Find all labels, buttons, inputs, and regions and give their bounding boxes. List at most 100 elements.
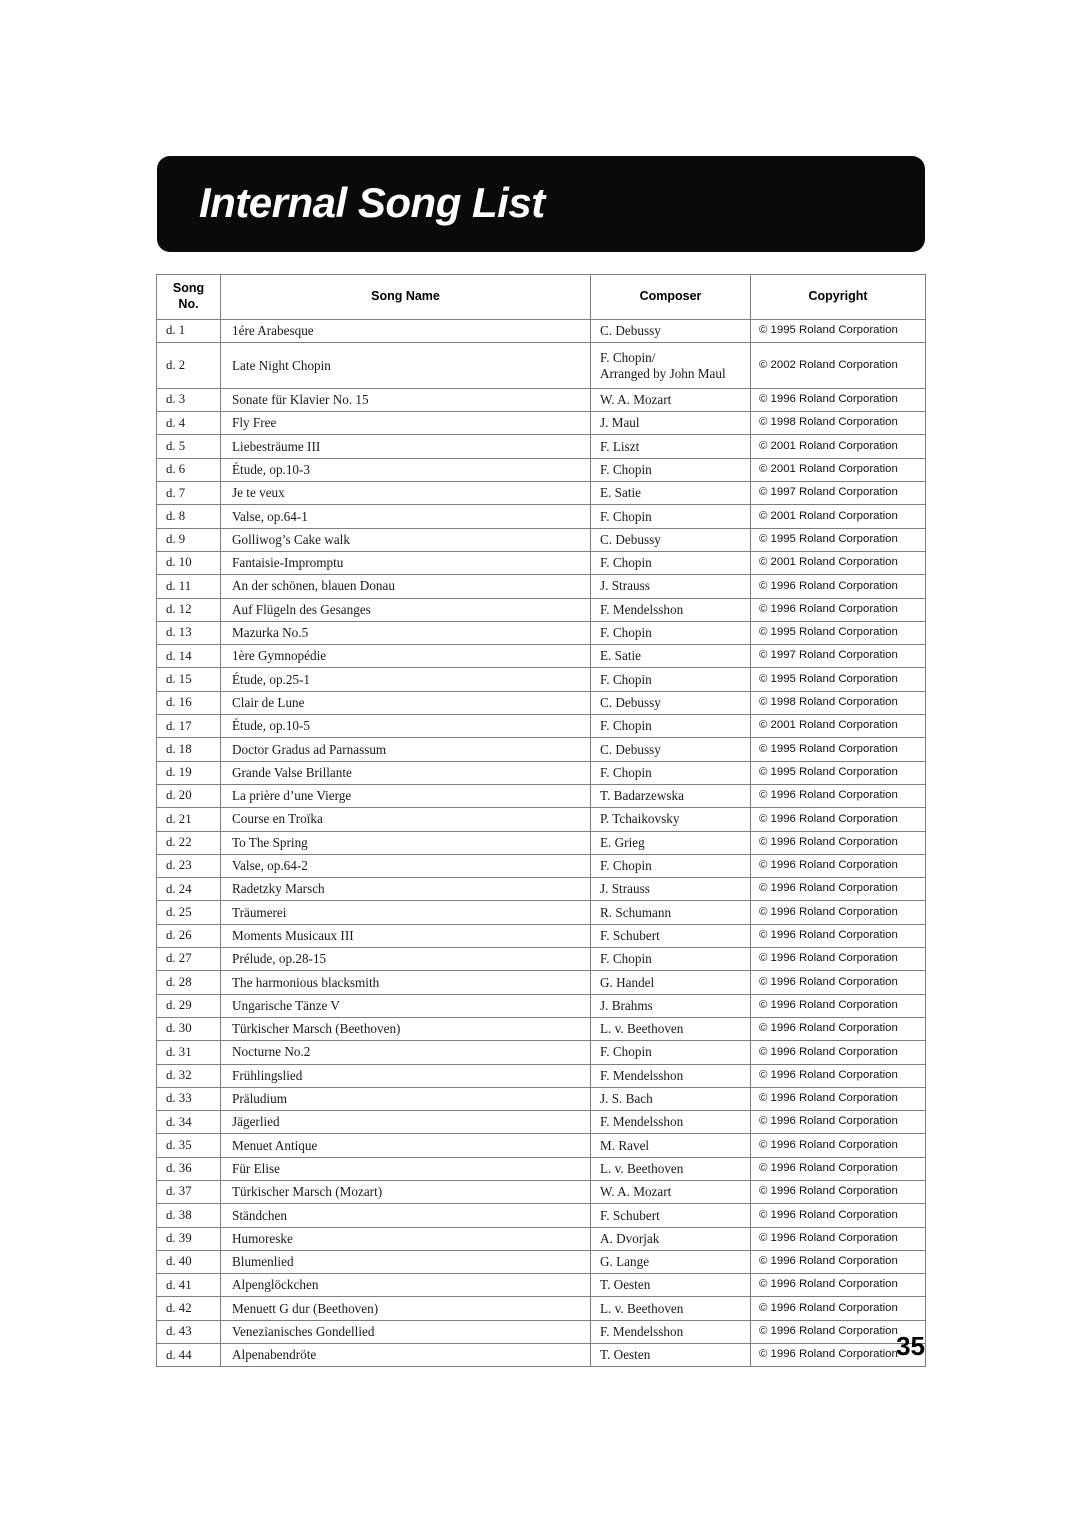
table-row: d. 28 The harmonious blacksmith G. Handel ©… bbox=[156, 970, 926, 995]
cell-song-name: Valse, op.64-2 bbox=[220, 853, 591, 879]
cell-composer: R. Schumann bbox=[590, 900, 751, 925]
composer-line-1: F. Chopin/ bbox=[600, 349, 656, 365]
table-row: d. 34 Jägerlied F. Mendelsshon © 1996 Rolan… bbox=[156, 1110, 926, 1135]
cell-song-name: Träumerei bbox=[220, 900, 591, 925]
internal-song-list-table: Song No. Song Name Composer Copyright d.… bbox=[156, 274, 926, 1368]
cell-song-name: Golliwog’s Cake walk bbox=[220, 527, 591, 552]
cell-song-name: Menuet Antique bbox=[220, 1133, 591, 1158]
header-row: Song No. Song Name Composer Copyright bbox=[156, 274, 926, 320]
cell-song-no: d. 42 bbox=[156, 1296, 221, 1321]
cell-copyright: © 1996 Roland Corporation bbox=[750, 574, 926, 599]
cell-copyright: © 2001 Roland Corporation bbox=[750, 550, 926, 576]
cell-song-no: d. 17 bbox=[156, 714, 221, 739]
cell-composer: C. Debussy bbox=[590, 690, 751, 716]
cell-copyright: © 1996 Roland Corporation bbox=[750, 1040, 926, 1065]
column-header-song-name: Song Name bbox=[220, 274, 591, 320]
page: Internal Song List Song No. Song Name Co… bbox=[0, 0, 1080, 1528]
cell-composer: F. Chopin bbox=[590, 550, 751, 576]
cell-song-name: Türkischer Marsch (Beethoven) bbox=[220, 1016, 591, 1042]
cell-composer: J. Strauss bbox=[590, 574, 751, 599]
table-row: d. 27 Prélude, op.28-15 F. Chopin © 1996 Ro… bbox=[156, 947, 926, 972]
cell-copyright: © 2001 Roland Corporation bbox=[750, 504, 926, 529]
cell-song-name: Blumenlied bbox=[220, 1249, 591, 1275]
cell-song-name: Für Elise bbox=[220, 1156, 591, 1181]
cell-song-no: d. 20 bbox=[156, 783, 221, 809]
table-row: d. 19 Grande Valse Brillante F. Chopin © 19… bbox=[156, 760, 926, 785]
cell-copyright: © 1996 Roland Corporation bbox=[750, 1063, 926, 1088]
cell-song-name: Étude, op.25-1 bbox=[220, 667, 591, 692]
cell-song-name: Nocturne No.2 bbox=[220, 1040, 591, 1065]
cell-song-no: d. 18 bbox=[156, 737, 221, 762]
cell-song-name: Je te veux bbox=[220, 481, 591, 506]
cell-copyright: © 1996 Roland Corporation bbox=[750, 877, 926, 902]
cell-copyright: © 1995 Roland Corporation bbox=[750, 527, 926, 552]
cell-copyright: © 1995 Roland Corporation bbox=[750, 760, 926, 785]
table-row: d. 32 Frühlingslied F. Mendelsshon © 1996 R… bbox=[156, 1063, 926, 1088]
table-row: d. 17 Étude, op.10-5 F. Chopin © 2001 Rolan… bbox=[156, 714, 926, 739]
cell-song-no: d. 21 bbox=[156, 807, 221, 832]
cell-composer: J. S. Bach bbox=[590, 1086, 751, 1112]
song-no-header-line1: Song bbox=[172, 281, 205, 296]
cell-composer: J. Maul bbox=[590, 411, 751, 436]
cell-composer: F. Chopin bbox=[590, 947, 751, 972]
cell-copyright: © 1998 Roland Corporation bbox=[750, 690, 926, 716]
cell-composer: F. Chopin bbox=[590, 853, 751, 879]
table-row: d. 21 Course en Troïka P. Tchaikovsky © 199… bbox=[156, 807, 926, 832]
cell-copyright: © 1996 Roland Corporation bbox=[750, 830, 926, 855]
cell-composer: W. A. Mozart bbox=[590, 387, 751, 413]
cell-composer: F. Liszt bbox=[590, 434, 751, 459]
cell-copyright: © 1995 Roland Corporation bbox=[750, 318, 926, 344]
table-row: d. 20 La prière d’une Vierge T. Badarzewsk… bbox=[156, 783, 926, 809]
cell-composer: C. Debussy bbox=[590, 527, 751, 552]
cell-song-no: d. 27 bbox=[156, 947, 221, 972]
cell-song-name: Moments Musicaux III bbox=[220, 923, 591, 949]
cell-song-no: d. 9 bbox=[156, 527, 221, 552]
cell-composer: F. Mendelsshon bbox=[590, 1110, 751, 1135]
cell-song-no: d. 13 bbox=[156, 620, 221, 646]
cell-song-no: d. 25 bbox=[156, 900, 221, 925]
table-row: d. 5 Liebesträume III F. Liszt © 2001 Rolan… bbox=[156, 434, 926, 459]
cell-song-name: Doctor Gradus ad Parnassum bbox=[220, 737, 591, 762]
cell-copyright: © 1996 Roland Corporation bbox=[750, 1133, 926, 1158]
cell-composer: F. Mendelsshon bbox=[590, 1063, 751, 1088]
cell-copyright: © 1996 Roland Corporation bbox=[750, 970, 926, 995]
cell-song-no: d. 14 bbox=[156, 644, 221, 669]
cell-composer: T. Oesten bbox=[590, 1273, 751, 1298]
composer-line-2: Arranged by John Maul bbox=[600, 365, 726, 381]
cell-copyright: © 1997 Roland Corporation bbox=[750, 481, 926, 506]
cell-song-name: Frühlingslied bbox=[220, 1063, 591, 1088]
table-row: d. 14 1ère Gymnopédie E. Satie © 1997 Rolan… bbox=[156, 644, 926, 669]
cell-song-no: d. 19 bbox=[156, 760, 221, 785]
cell-song-name: Sonate für Klavier No. 15 bbox=[220, 387, 591, 413]
cell-composer: L. v. Beethoven bbox=[590, 1156, 751, 1181]
cell-song-name: Türkischer Marsch (Mozart) bbox=[220, 1179, 591, 1205]
cell-song-name: Radetzky Marsch bbox=[220, 877, 591, 902]
cell-song-name: Präludium bbox=[220, 1086, 591, 1112]
cell-song-name: Valse, op.64-1 bbox=[220, 504, 591, 529]
cell-song-no: d. 8 bbox=[156, 504, 221, 529]
song-no-header-line2: No. bbox=[178, 297, 199, 311]
table-row: d. 38 Ständchen F. Schubert © 1996 Roland C… bbox=[156, 1203, 926, 1228]
table-row: d. 1 1ére Arabesque C. Debussy © 1995 Rolan… bbox=[156, 318, 926, 344]
cell-song-name: Grande Valse Brillante bbox=[220, 760, 591, 785]
cell-song-name: Étude, op.10-5 bbox=[220, 714, 591, 739]
cell-copyright: © 1996 Roland Corporation bbox=[750, 1110, 926, 1135]
table-row: d. 29 Ungarische Tänze V J. Brahms © 1996 R… bbox=[156, 993, 926, 1018]
cell-composer: E. Grieg bbox=[590, 830, 751, 855]
table-row: d. 26 Moments Musicaux III F. Schubert © 19… bbox=[156, 923, 926, 949]
cell-song-name: La prière d’une Vierge bbox=[220, 783, 591, 809]
table-row: d. 7 Je te veux E. Satie © 1997 Roland Corp… bbox=[156, 481, 926, 506]
cell-song-no: d. 26 bbox=[156, 923, 221, 949]
cell-song-name: Humoreske bbox=[220, 1226, 591, 1251]
cell-copyright: © 1997 Roland Corporation bbox=[750, 644, 926, 669]
cell-composer: E. Satie bbox=[590, 644, 751, 669]
column-header-composer: Composer bbox=[590, 274, 751, 320]
cell-song-no: d. 31 bbox=[156, 1040, 221, 1065]
table-row: d. 10 Fantaisie-Impromptu F. Chopin © 2001 … bbox=[156, 550, 926, 576]
cell-composer: C. Debussy bbox=[590, 737, 751, 762]
cell-song-name: Jägerlied bbox=[220, 1110, 591, 1135]
cell-song-name: Liebesträume III bbox=[220, 434, 591, 459]
column-header-song-no: Song No. bbox=[156, 274, 221, 320]
table-header: Song No. Song Name Composer Copyright bbox=[156, 274, 926, 320]
cell-composer: M. Ravel bbox=[590, 1133, 751, 1158]
